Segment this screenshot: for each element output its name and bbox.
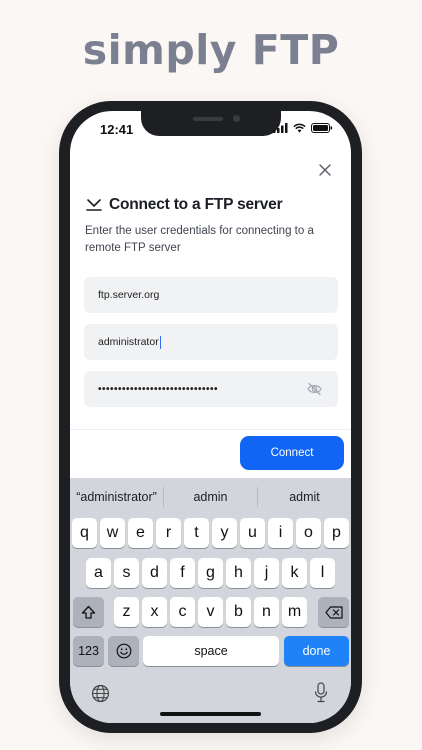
text-caret: [159, 335, 161, 349]
shift-arrow-icon: [81, 605, 96, 619]
home-indicator: [160, 712, 261, 716]
key-j[interactable]: j: [254, 558, 279, 588]
key-z[interactable]: z: [114, 597, 139, 627]
host-value: ftp.server.org: [98, 289, 160, 301]
key-o[interactable]: o: [296, 518, 321, 548]
signal-icon: [273, 123, 288, 133]
key-r[interactable]: r: [156, 518, 181, 548]
username-field[interactable]: administrator: [84, 324, 338, 360]
numbers-key[interactable]: 123: [73, 636, 104, 666]
camera: [233, 115, 240, 122]
key-b[interactable]: b: [226, 597, 251, 627]
done-key[interactable]: done: [284, 636, 349, 666]
dialog-description: Enter the user credentials for connectin…: [85, 225, 314, 254]
phone-screen: 12:41 Connect to a FTP server Enter the …: [70, 111, 351, 723]
battery-icon: [311, 123, 333, 133]
key-n[interactable]: n: [254, 597, 279, 627]
password-field[interactable]: ••••••••••••••••••••••••••••••: [84, 371, 338, 407]
backspace-icon: [324, 605, 343, 619]
keyboard: “administrator” admin admit qwertyuiop a…: [70, 478, 351, 723]
dialog-header: Connect to a FTP server: [86, 196, 283, 214]
key-g[interactable]: g: [198, 558, 223, 588]
shift-key[interactable]: [73, 597, 104, 627]
app-headline: simply FTP: [82, 26, 340, 74]
key-w[interactable]: w: [100, 518, 125, 548]
key-q[interactable]: q: [72, 518, 97, 548]
status-time: 12:41: [100, 122, 134, 137]
key-y[interactable]: y: [212, 518, 237, 548]
emoji-icon: [116, 643, 131, 659]
connect-button[interactable]: Connect: [240, 436, 344, 470]
host-field[interactable]: ftp.server.org: [84, 277, 338, 313]
password-value: ••••••••••••••••••••••••••••••: [98, 383, 219, 395]
eye-off-icon[interactable]: [307, 382, 322, 396]
space-key[interactable]: space: [143, 636, 279, 666]
key-h[interactable]: h: [226, 558, 251, 588]
key-i[interactable]: i: [268, 518, 293, 548]
status-icons: [273, 123, 333, 133]
key-k[interactable]: k: [282, 558, 307, 588]
key-s[interactable]: s: [114, 558, 139, 588]
key-c[interactable]: c: [170, 597, 195, 627]
suggestion-3[interactable]: admit: [258, 490, 351, 504]
dialog-title: Connect to a FTP server: [109, 196, 283, 213]
divider: [70, 429, 351, 430]
key-f[interactable]: f: [170, 558, 195, 588]
suggestion-bar: “administrator” admin admit: [70, 478, 351, 516]
key-m[interactable]: m: [282, 597, 307, 627]
suggestion-1[interactable]: “administrator”: [70, 490, 163, 504]
download-arrow-icon: [86, 199, 102, 211]
close-icon[interactable]: [317, 162, 333, 178]
username-value: administrator: [98, 336, 159, 348]
key-d[interactable]: d: [142, 558, 167, 588]
key-l[interactable]: l: [310, 558, 335, 588]
delete-key[interactable]: [318, 597, 349, 627]
notch: [141, 111, 281, 136]
key-e[interactable]: e: [128, 518, 153, 548]
key-u[interactable]: u: [240, 518, 265, 548]
key-x[interactable]: x: [142, 597, 167, 627]
key-v[interactable]: v: [198, 597, 223, 627]
key-t[interactable]: t: [184, 518, 209, 548]
phone-frame: 12:41 Connect to a FTP server Enter the …: [59, 101, 362, 733]
key-a[interactable]: a: [86, 558, 111, 588]
globe-icon[interactable]: [91, 684, 110, 703]
emoji-key[interactable]: [108, 636, 139, 666]
suggestion-2[interactable]: admin: [164, 490, 257, 504]
key-p[interactable]: p: [324, 518, 349, 548]
speaker: [193, 117, 223, 121]
microphone-icon[interactable]: [314, 682, 328, 703]
wifi-icon: [293, 123, 306, 133]
